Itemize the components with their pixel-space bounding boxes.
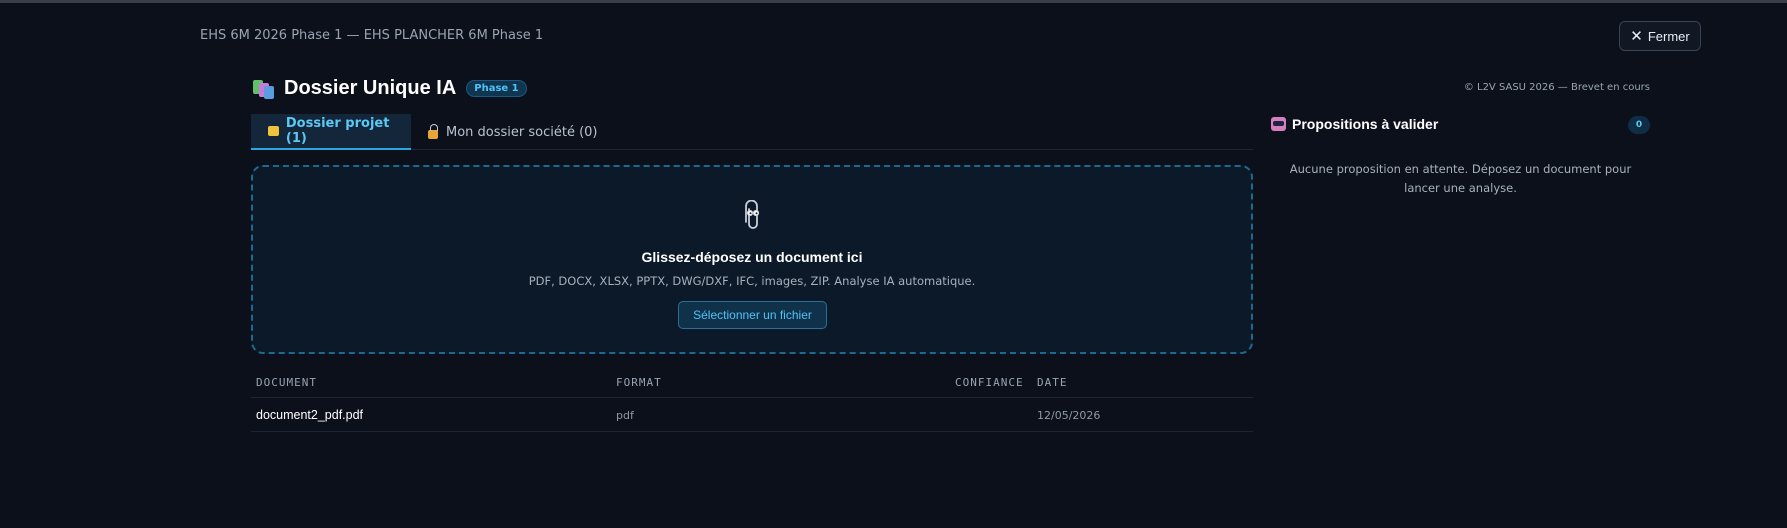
column-header-format[interactable]: FORMAT bbox=[616, 376, 662, 389]
lock-icon bbox=[428, 123, 438, 139]
cell-date: 12/05/2026 bbox=[1037, 409, 1101, 422]
copyright-text: © L2V SASU 2026 — Brevet en cours bbox=[1463, 82, 1650, 93]
table-row[interactable]: document2_pdf.pdf pdf 12/05/2026 bbox=[251, 398, 1253, 432]
dropzone-title: Glissez-déposez un document ici bbox=[641, 249, 863, 265]
column-header-document[interactable]: DOCUMENT bbox=[256, 376, 317, 389]
cell-format: pdf bbox=[616, 409, 634, 422]
paperclip-icon bbox=[745, 200, 760, 229]
proposals-count-badge: 0 bbox=[1628, 116, 1650, 134]
select-file-button[interactable]: Sélectionner un fichier bbox=[678, 301, 827, 329]
phase-badge: Phase 1 bbox=[466, 80, 527, 97]
tab-label: Dossier projet (1) bbox=[285, 116, 390, 146]
dropzone-subtitle: PDF, DOCX, XLSX, PPTX, DWG/DXF, IFC, ima… bbox=[528, 274, 976, 288]
breadcrumb: EHS 6M 2026 Phase 1 — EHS PLANCHER 6M Ph… bbox=[200, 28, 544, 43]
cell-document[interactable]: document2_pdf.pdf bbox=[256, 408, 363, 422]
close-button-label: Fermer bbox=[1647, 28, 1690, 44]
proposals-header: Propositions à valider bbox=[1271, 116, 1438, 132]
tab-mon-dossier-societe[interactable]: Mon dossier société (0) bbox=[411, 114, 615, 150]
tab-label: Mon dossier société (0) bbox=[446, 124, 598, 140]
tab-dossier-projet[interactable]: Dossier projet (1) bbox=[251, 114, 411, 150]
proposals-empty-text: Aucune proposition en attente. Déposez u… bbox=[1289, 162, 1632, 195]
page-title-row: Dossier Unique IA Phase 1 bbox=[253, 77, 527, 100]
table-header: DOCUMENT FORMAT CONFIANCE DATE bbox=[251, 368, 1253, 398]
tab-bar: Dossier projet (1) Mon dossier société (… bbox=[251, 114, 1253, 150]
documents-icon bbox=[253, 78, 275, 100]
page-title: Dossier Unique IA bbox=[284, 77, 457, 99]
close-icon: ✕ bbox=[1630, 27, 1643, 45]
robot-icon bbox=[1271, 117, 1286, 131]
close-button[interactable]: ✕ Fermer bbox=[1619, 21, 1701, 51]
documents-table: DOCUMENT FORMAT CONFIANCE DATE document2… bbox=[251, 368, 1253, 432]
column-header-confiance[interactable]: CONFIANCE bbox=[955, 376, 1024, 389]
file-dropzone[interactable]: Glissez-déposez un document ici PDF, DOC… bbox=[251, 165, 1253, 354]
proposals-title: Propositions à valider bbox=[1292, 116, 1439, 132]
folder-icon bbox=[268, 126, 279, 136]
column-header-date[interactable]: DATE bbox=[1037, 376, 1068, 389]
window-top-border bbox=[0, 0, 1787, 3]
